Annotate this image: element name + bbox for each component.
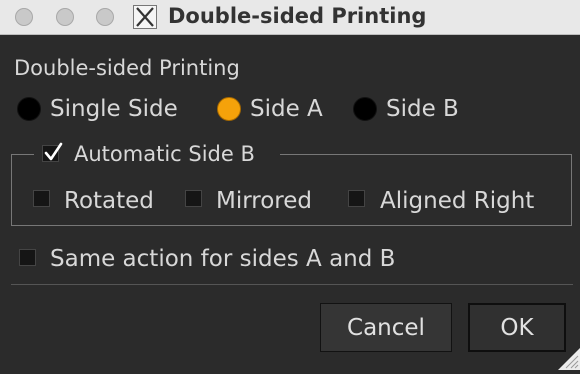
cancel-button[interactable]: Cancel	[320, 303, 452, 352]
checkmark-icon	[44, 142, 63, 161]
mirrored-checkbox[interactable]	[185, 190, 202, 207]
same-action-label[interactable]: Same action for sides A and B	[50, 246, 395, 272]
mirrored-label[interactable]: Mirrored	[216, 188, 312, 214]
ok-button[interactable]: OK	[468, 303, 566, 352]
same-action-checkbox[interactable]	[19, 249, 36, 266]
side-a-radio[interactable]	[217, 97, 241, 121]
close-window-button[interactable]	[15, 8, 33, 26]
rotated-checkbox[interactable]	[33, 190, 50, 207]
rotated-label[interactable]: Rotated	[64, 188, 154, 214]
aligned-right-label[interactable]: Aligned Right	[380, 188, 534, 214]
dialog-heading: Double-sided Printing	[14, 56, 240, 80]
zoom-window-button[interactable]	[96, 8, 114, 26]
double-sided-dialog: Double-sided Printing Single Side Side A…	[0, 35, 580, 370]
window-title: Double-sided Printing	[168, 4, 427, 28]
resize-handle-icon[interactable]	[558, 348, 580, 370]
title-bar: Double-sided Printing	[0, 0, 580, 35]
side-b-label[interactable]: Side B	[386, 96, 459, 122]
minimize-window-button[interactable]	[56, 8, 74, 26]
side-a-label[interactable]: Side A	[250, 96, 323, 122]
side-b-radio[interactable]	[353, 97, 377, 121]
x11-app-icon	[133, 5, 157, 29]
single-side-radio[interactable]	[17, 97, 41, 121]
aligned-right-checkbox[interactable]	[348, 190, 365, 207]
automatic-side-b-checkbox[interactable]	[42, 142, 63, 162]
automatic-side-b-label[interactable]: Automatic Side B	[74, 142, 255, 166]
single-side-label[interactable]: Single Side	[50, 96, 178, 122]
dialog-separator	[11, 284, 573, 285]
